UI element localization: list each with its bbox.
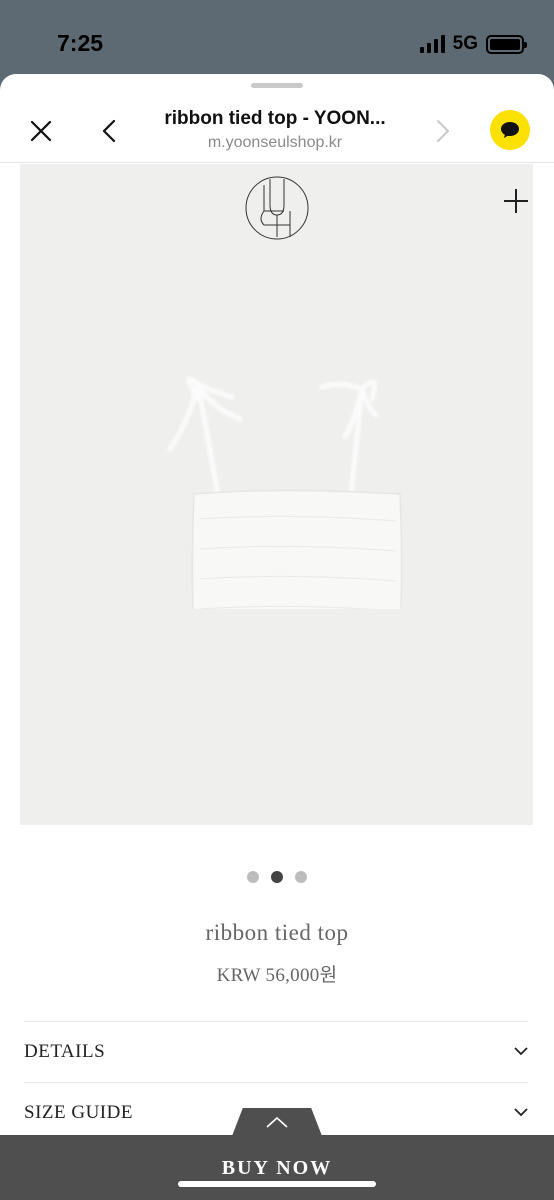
chevron-up-icon: [266, 1116, 288, 1128]
zoom-button[interactable]: [501, 186, 531, 216]
carousel-dot[interactable]: [247, 871, 259, 883]
product-name: ribbon tied top: [205, 920, 349, 945]
chevron-down-icon: [514, 1047, 528, 1056]
buy-now-button[interactable]: BUY NOW: [0, 1157, 554, 1180]
browser-nav-bar: ribbon tied top - YOON... m.yoonseulshop…: [0, 74, 554, 163]
carousel-dots: [0, 871, 554, 883]
battery-icon: [486, 34, 527, 54]
carousel-dot[interactable]: [271, 871, 283, 883]
accordion-label: DETAILS: [24, 1040, 106, 1062]
status-bar: 7:25 5G: [0, 0, 554, 78]
kakao-chat-button[interactable]: [490, 110, 530, 150]
details-accordion[interactable]: DETAILS: [24, 1021, 528, 1081]
chevron-down-icon: [514, 1108, 528, 1117]
page-title: ribbon tied top - YOON...: [164, 108, 386, 129]
signal-icon: [419, 35, 445, 53]
browser-sheet: ribbon tied top - YOON... m.yoonseulshop…: [0, 74, 554, 1200]
status-indicators: 5G: [419, 33, 527, 55]
status-time: 7:25: [57, 30, 104, 56]
chevron-right-icon: [437, 120, 449, 142]
accordion-label: SIZE GUIDE: [24, 1101, 133, 1123]
garment-illustration: [167, 376, 403, 609]
home-indicator: [178, 1181, 376, 1187]
kakaotalk-chat-icon: [501, 122, 519, 138]
network-label: 5G: [452, 33, 478, 54]
forward-button[interactable]: [428, 114, 458, 148]
buy-tab-toggle[interactable]: [232, 1108, 322, 1136]
carousel-dot[interactable]: [295, 871, 307, 883]
product-image[interactable]: [20, 164, 533, 825]
chevron-left-icon: [102, 119, 116, 143]
close-icon: [30, 120, 52, 142]
close-button[interactable]: [24, 114, 58, 148]
back-button[interactable]: [94, 114, 124, 148]
brand-logo: [245, 176, 309, 240]
product-price: KRW 56,000원: [216, 965, 338, 986]
plus-icon: [504, 189, 528, 213]
page-url[interactable]: m.yoonseulshop.kr: [130, 134, 420, 152]
